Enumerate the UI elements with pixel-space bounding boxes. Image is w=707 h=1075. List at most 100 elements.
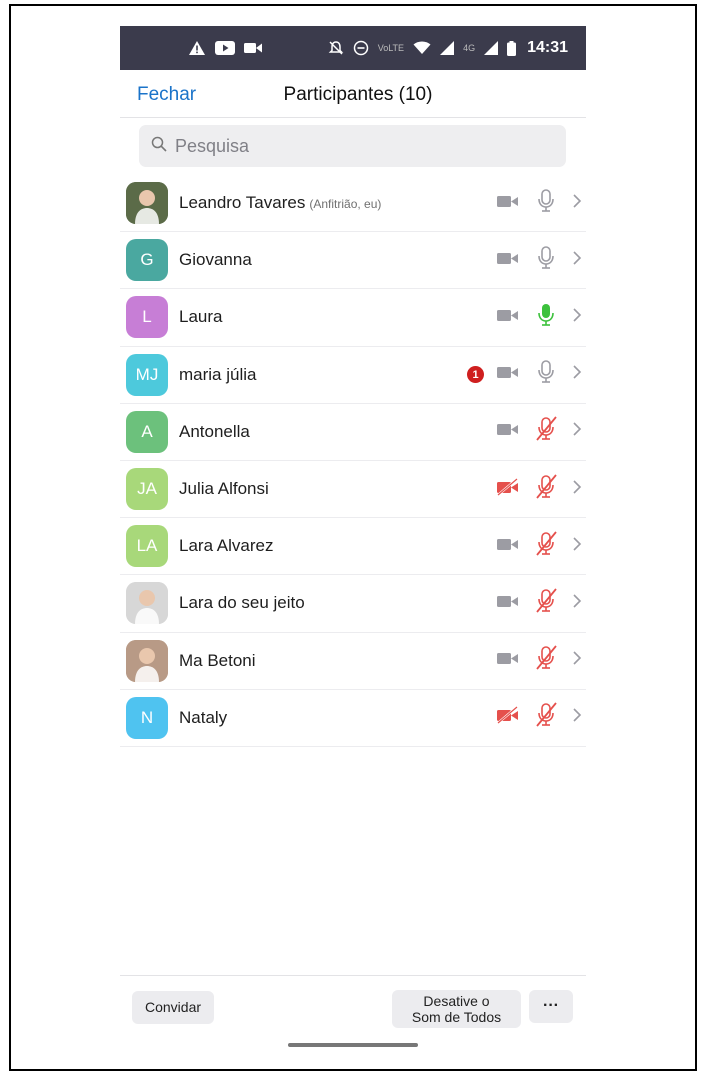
status-left-icons [188, 40, 262, 56]
participant-controls [496, 588, 582, 619]
microphone-muted-icon [534, 702, 558, 733]
chevron-right-icon [572, 421, 582, 442]
participant-name: Laura [179, 307, 223, 327]
participant-name: Leandro Tavares [179, 193, 306, 213]
avatar: L [126, 296, 168, 339]
avatar: N [126, 696, 168, 739]
page-title: Participantes (10) [283, 84, 433, 105]
chevron-right-icon [572, 593, 582, 614]
participant-name-container: Lara do seu jeito [179, 593, 305, 613]
video-camera-icon [496, 306, 520, 329]
avatar: LA [126, 525, 168, 568]
video-camera-icon [496, 192, 520, 215]
signal-4g-icon [484, 41, 499, 55]
warning-icon [188, 40, 206, 56]
avatar: G [126, 239, 168, 282]
avatar [126, 182, 168, 225]
chevron-right-icon [572, 250, 582, 271]
chevron-right-icon [572, 193, 582, 214]
unread-chat-badge: 1 [467, 366, 484, 384]
participant-name-container: Nataly [179, 708, 227, 728]
video-camera-icon [496, 420, 520, 443]
video-camera-icon [496, 649, 520, 672]
participant-name: Julia Alfonsi [179, 479, 269, 499]
bell-off-icon [328, 40, 344, 56]
participant-name-container: maria júlia [179, 365, 256, 385]
wifi-icon [413, 41, 431, 55]
participant-name-container: Julia Alfonsi [179, 479, 269, 499]
avatar [126, 639, 168, 682]
participant-controls [496, 188, 582, 219]
home-indicator[interactable] [288, 1043, 418, 1047]
microphone-icon [534, 245, 558, 276]
search-bar[interactable] [139, 125, 566, 167]
microphone-icon [534, 188, 558, 219]
header-bar: Fechar Participantes (10) [120, 72, 586, 118]
participant-name: Lara Alvarez [179, 536, 274, 556]
participant-controls: 1 [467, 359, 582, 390]
video-off-icon [496, 706, 520, 729]
chevron-right-icon [572, 479, 582, 500]
participant-row[interactable]: LA Lara Alvarez [120, 518, 586, 576]
video-camera-icon [496, 249, 520, 272]
participant-controls [496, 245, 582, 276]
participant-role-tag: (Anfitrião, eu) [309, 197, 382, 212]
microphone-muted-icon [534, 531, 558, 562]
microphone-icon [534, 302, 558, 333]
participant-row[interactable]: MJ maria júlia 1 [120, 347, 586, 404]
participant-controls [496, 702, 582, 733]
avatar: JA [126, 468, 168, 511]
search-icon [151, 136, 167, 157]
participant-name-container: Lara Alvarez [179, 536, 274, 556]
status-right-icons: VoLTE 4G 14:31 [328, 39, 568, 57]
participant-controls [496, 416, 582, 447]
participant-name: Giovanna [179, 250, 252, 270]
signal-icon [440, 41, 455, 55]
battery-icon [507, 40, 517, 56]
participant-name-container: Laura [179, 307, 222, 327]
participant-name-container: Ma Betoni [179, 651, 256, 671]
participant-name-container: Antonella [179, 422, 250, 442]
participant-controls [496, 645, 582, 676]
invite-button[interactable]: Convidar [132, 991, 214, 1024]
participant-name: Lara do seu jeito [179, 593, 305, 613]
mute-all-label-line1: Desative o [423, 992, 490, 1009]
participant-row[interactable]: L Laura [120, 289, 586, 347]
chevron-right-icon [572, 536, 582, 557]
participant-controls [496, 531, 582, 562]
video-camera-icon [496, 592, 520, 615]
participant-name: Antonella [179, 421, 250, 441]
status-bar: VoLTE 4G 14:31 [120, 26, 586, 70]
participant-name: maria júlia [179, 364, 257, 384]
bottom-toolbar: Convidar Desative o Som de Todos ··· [120, 975, 586, 1033]
mute-all-button[interactable]: Desative o Som de Todos [392, 990, 521, 1028]
more-options-button[interactable]: ··· [529, 990, 573, 1023]
participant-row[interactable]: N Nataly [120, 690, 586, 747]
search-input[interactable] [175, 135, 555, 157]
microphone-muted-icon [534, 645, 558, 676]
participant-row[interactable]: Ma Betoni [120, 633, 586, 690]
avatar [126, 582, 168, 625]
participant-row[interactable]: A Antonella [120, 404, 586, 461]
chevron-right-icon [572, 307, 582, 328]
participant-row[interactable]: JA Julia Alfonsi [120, 461, 586, 519]
microphone-muted-icon [534, 416, 558, 447]
microphone-muted-icon [534, 473, 558, 505]
participant-name: Nataly [179, 707, 228, 727]
participant-list: Leandro Tavares (Anfitrião, eu) G Giovanna… [120, 175, 586, 747]
participant-name-container: Leandro Tavares (Anfitrião, eu) [179, 193, 381, 213]
volte-icon: VoLTE [377, 42, 405, 53]
participant-row[interactable]: G Giovanna [120, 232, 586, 290]
microphone-muted-icon [534, 588, 558, 619]
participant-name: Ma Betoni [179, 650, 256, 670]
microphone-icon [534, 359, 558, 390]
participant-row[interactable]: Leandro Tavares (Anfitrião, eu) [120, 175, 586, 233]
video-off-icon [496, 477, 520, 501]
participant-controls [496, 473, 582, 505]
chevron-right-icon [572, 707, 582, 728]
avatar: MJ [126, 353, 168, 396]
participant-name-container: Giovanna [179, 250, 252, 270]
participant-row[interactable]: Lara do seu jeito [120, 575, 586, 633]
chevron-right-icon [572, 364, 582, 385]
video-camera-icon [244, 42, 262, 54]
